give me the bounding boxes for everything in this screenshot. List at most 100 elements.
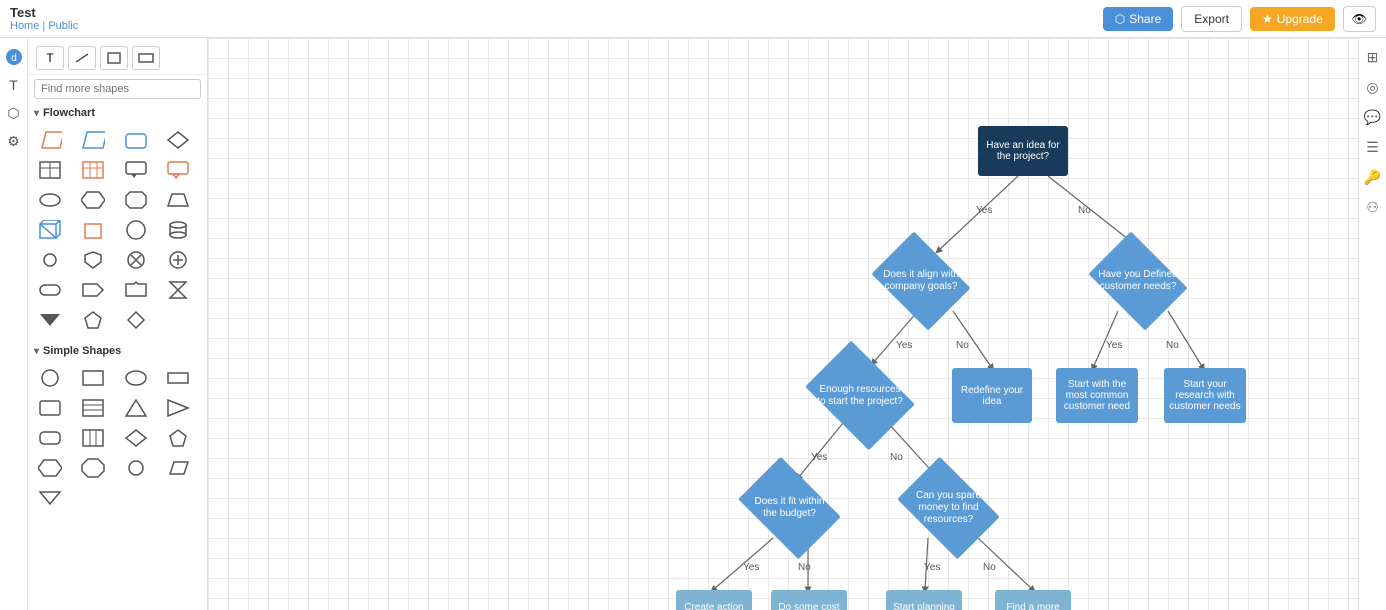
- shape-parallelogram-right[interactable]: [77, 127, 109, 153]
- shape-hourglass[interactable]: [162, 277, 194, 303]
- shape-plus-circle[interactable]: [162, 247, 194, 273]
- document-title: Test: [10, 5, 78, 20]
- shape-simple-table[interactable]: [77, 395, 109, 421]
- share-button[interactable]: ⬡ Share: [1103, 7, 1174, 31]
- node-enough-resources[interactable]: Enough resources to start the project?: [815, 363, 905, 428]
- svg-text:No: No: [956, 340, 969, 351]
- key-icon[interactable]: 🔑: [1362, 166, 1384, 188]
- shape-triangle-down[interactable]: [34, 307, 66, 333]
- node-have-idea[interactable]: Have an idea for the project?: [978, 126, 1068, 176]
- shape-simple-hexagon[interactable]: [34, 455, 66, 481]
- svg-text:Yes: Yes: [976, 205, 992, 216]
- shape-simple-triangle-down[interactable]: [34, 485, 66, 511]
- node-have-defined[interactable]: Have you Defined customer needs?: [1098, 251, 1178, 311]
- node-cost-cutting[interactable]: Do some cost cutting: [771, 590, 847, 610]
- shape-simple-table2[interactable]: [77, 425, 109, 451]
- shape-simple-pentagon[interactable]: [162, 425, 194, 451]
- shape-rect-rounded[interactable]: [120, 127, 152, 153]
- simple-shapes: [28, 361, 207, 515]
- shape-rect-cut[interactable]: [120, 187, 152, 213]
- shape-table[interactable]: [34, 157, 66, 183]
- search-input[interactable]: [34, 79, 201, 99]
- node-start-common[interactable]: Start with the most common customer need: [1056, 368, 1138, 423]
- shape-trapezoid[interactable]: [162, 187, 194, 213]
- svg-text:No: No: [890, 452, 903, 463]
- rect2-button[interactable]: [132, 46, 160, 70]
- section-flowchart[interactable]: Flowchart: [28, 103, 207, 123]
- preview-button[interactable]: 👁: [1343, 6, 1376, 32]
- shape-circle-sm[interactable]: [34, 247, 66, 273]
- shape-rect-notch[interactable]: [120, 277, 152, 303]
- icon-bar: d T ⬡ ⚙: [0, 38, 28, 610]
- shape-simple-triangle-right[interactable]: [162, 395, 194, 421]
- shape-shield[interactable]: [77, 247, 109, 273]
- shape-simple-parallelogram[interactable]: [162, 455, 194, 481]
- line-button[interactable]: [68, 46, 96, 70]
- shape-callout[interactable]: [120, 157, 152, 183]
- right-panel: ⊞ ◎ 💬 ☰ 🔑 ⚇: [1358, 38, 1386, 610]
- shape-simple-octagon[interactable]: [77, 455, 109, 481]
- layers-icon[interactable]: ◎: [1362, 76, 1384, 98]
- svg-text:Yes: Yes: [896, 340, 912, 351]
- text-button[interactable]: T: [36, 46, 64, 70]
- rect-button[interactable]: [100, 46, 128, 70]
- topbar-right: ⬡ Share Export ★ Upgrade 👁: [1103, 6, 1376, 32]
- shape-simple-circle[interactable]: [34, 365, 66, 391]
- star-icon: ★: [1262, 12, 1273, 26]
- shape-diamond[interactable]: [162, 127, 194, 153]
- shape-pentagon-arrow[interactable]: [77, 277, 109, 303]
- svg-text:No: No: [1078, 205, 1091, 216]
- people-icon[interactable]: ⚇: [1362, 196, 1384, 218]
- node-spare-money[interactable]: Can you spare money to find resources?: [906, 478, 991, 538]
- node-start-planning[interactable]: Start planning your project: [886, 590, 962, 610]
- breadcrumb-public[interactable]: Public: [48, 20, 78, 32]
- upgrade-button[interactable]: ★ Upgrade: [1250, 7, 1335, 31]
- shape-parallelogram-left[interactable]: [34, 127, 66, 153]
- shape-callout2[interactable]: [162, 157, 194, 183]
- comment-icon[interactable]: 💬: [1362, 106, 1384, 128]
- shape-rect-3d[interactable]: [34, 217, 66, 243]
- shape-simple-diamond[interactable]: [120, 425, 152, 451]
- shape-diamond-sm[interactable]: [120, 307, 152, 333]
- shape-table2[interactable]: [77, 157, 109, 183]
- topbar-left: Test Home | Public: [10, 5, 78, 32]
- shape-oval[interactable]: [34, 187, 66, 213]
- flowchart-shapes: [28, 123, 207, 337]
- toolbar-row: T: [28, 42, 207, 75]
- shape-simple-triangle[interactable]: [120, 395, 152, 421]
- svg-text:d: d: [11, 53, 17, 64]
- node-start-research[interactable]: Start your research with customer needs: [1164, 368, 1246, 423]
- shape-pentagon-badge[interactable]: [77, 307, 109, 333]
- shape-cylinder[interactable]: [162, 217, 194, 243]
- canvas[interactable]: Yes No Yes No Yes No Yes No Yes No Yes N…: [208, 38, 1358, 610]
- node-feasible-idea[interactable]: Find a more feasible Idea: [995, 590, 1071, 610]
- list-icon[interactable]: ☰: [1362, 136, 1384, 158]
- shape-pill[interactable]: [34, 277, 66, 303]
- breadcrumb-home[interactable]: Home: [10, 20, 39, 32]
- left-panel: T Flowchart: [28, 38, 208, 610]
- shape-rect-3d-2[interactable]: [77, 217, 109, 243]
- shape-simple-circle2[interactable]: [120, 455, 152, 481]
- shape-circle-text[interactable]: [120, 217, 152, 243]
- node-create-action[interactable]: Create action plan: [676, 590, 752, 610]
- shape-simple-oval[interactable]: [120, 365, 152, 391]
- export-button[interactable]: Export: [1181, 6, 1242, 32]
- shape-simple-rect2[interactable]: [162, 365, 194, 391]
- share-icon: ⬡: [1115, 12, 1125, 26]
- shape-x-circle[interactable]: [120, 247, 152, 273]
- text-tool-icon[interactable]: T: [3, 74, 25, 96]
- svg-text:No: No: [983, 562, 996, 573]
- shapes-icon[interactable]: ⬡: [3, 102, 25, 124]
- node-fit-budget[interactable]: Does it fit within the budget?: [747, 478, 832, 538]
- section-simple-shapes[interactable]: Simple Shapes: [28, 341, 207, 361]
- svg-text:Yes: Yes: [924, 562, 940, 573]
- shape-hex[interactable]: [77, 187, 109, 213]
- connect-icon[interactable]: ⚙: [3, 130, 25, 152]
- shape-simple-rect-round[interactable]: [34, 425, 66, 451]
- node-does-align[interactable]: Does it align with company goals?: [881, 251, 961, 311]
- node-redefine[interactable]: Redefine your idea: [952, 368, 1032, 423]
- svg-text:No: No: [1166, 340, 1179, 351]
- shape-simple-rect[interactable]: [77, 365, 109, 391]
- format-icon[interactable]: ⊞: [1362, 46, 1384, 68]
- shape-simple-rect3[interactable]: [34, 395, 66, 421]
